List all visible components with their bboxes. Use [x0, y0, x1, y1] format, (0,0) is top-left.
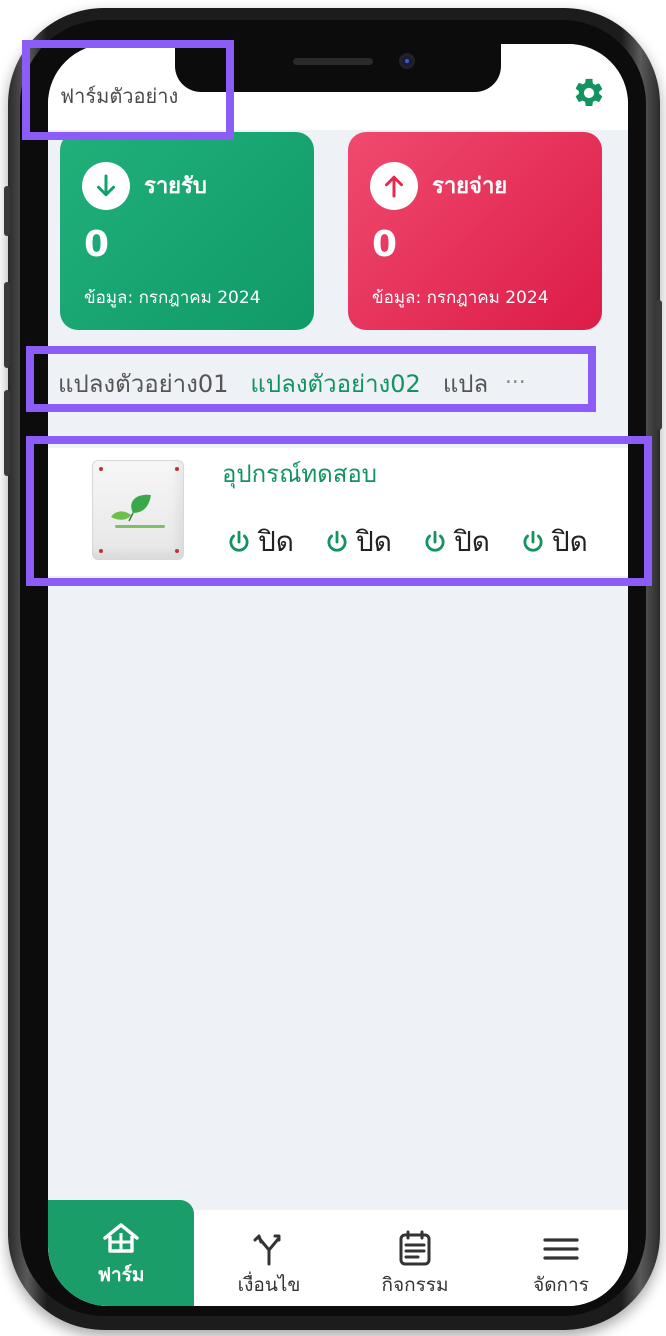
nav-item-conditions[interactable]: เงื่อนไข [194, 1210, 344, 1306]
settings-gear-icon[interactable] [572, 76, 606, 110]
speaker-grille [293, 58, 373, 65]
income-date-note: ข้อมูล: กรกฎาคม 2024 [84, 288, 261, 308]
fork-icon [253, 1234, 281, 1266]
calendar-icon [399, 1230, 431, 1266]
camera-icon [399, 53, 415, 69]
expense-card[interactable]: รายจ่าย 0 ข้อมูล: กรกฎาคม 2024 [348, 132, 602, 330]
bottom-nav: ฟาร์ม เงื่อนไข กิจกรรม จัดการ [48, 1200, 628, 1306]
volume-up-button [4, 282, 10, 368]
expense-amount: 0 [372, 224, 398, 265]
nav-item-activities[interactable]: กิจกรรม [344, 1210, 486, 1306]
volume-down-button [4, 390, 10, 476]
arrow-down-icon [82, 162, 130, 210]
power-button [656, 300, 662, 430]
expense-label: รายจ่าย [432, 174, 508, 199]
highlight-box-device-card [26, 436, 652, 586]
nav-label: ฟาร์ม [97, 1264, 145, 1286]
income-amount: 0 [84, 224, 110, 265]
nav-label: จัดการ [533, 1274, 589, 1296]
arrow-up-icon [370, 162, 418, 210]
home-icon [103, 1223, 139, 1253]
income-card[interactable]: รายรับ 0 ข้อมูล: กรกฎาคม 2024 [60, 132, 314, 330]
app-screen: ฟาร์มตัวอย่าง รายรับ 0 ข้อมูล: กรกฎาคม 2… [48, 44, 628, 1306]
highlight-box-plot-tabs [26, 346, 596, 412]
highlight-box-farm-name [22, 40, 234, 140]
nav-item-farm[interactable]: ฟาร์ม [48, 1200, 194, 1306]
nav-label: เงื่อนไข [237, 1274, 301, 1296]
expense-date-note: ข้อมูล: กรกฎาคม 2024 [372, 288, 549, 308]
income-label: รายรับ [144, 174, 207, 199]
nav-label: กิจกรรม [381, 1274, 449, 1296]
menu-icon [543, 1238, 579, 1260]
nav-item-manage[interactable]: จัดการ [486, 1210, 628, 1306]
mute-switch [4, 186, 10, 236]
